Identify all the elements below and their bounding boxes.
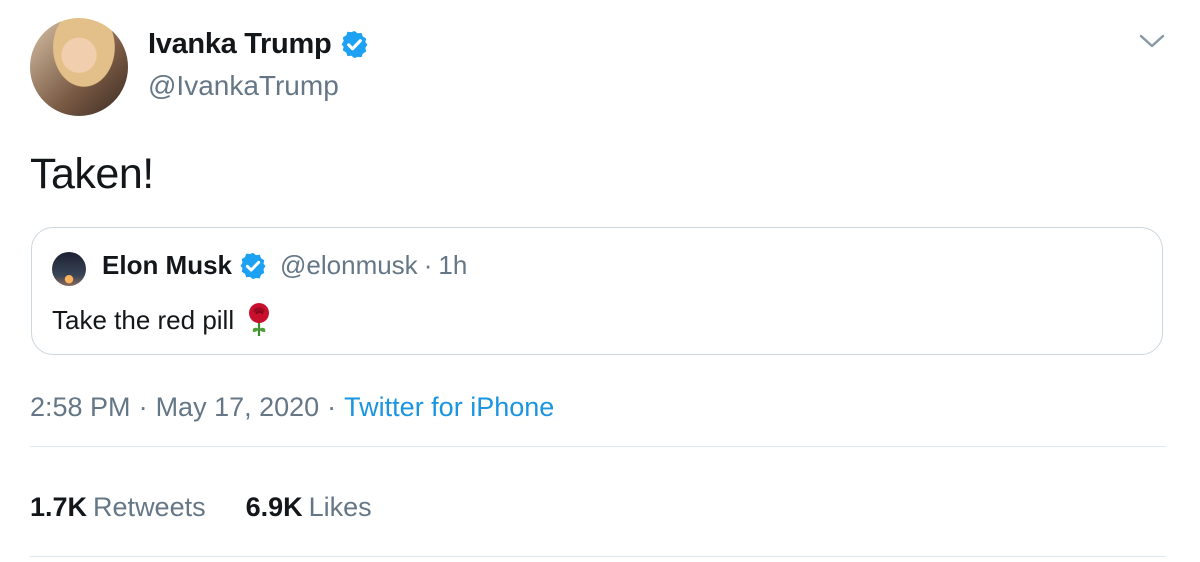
separator-dot: ·: [138, 392, 148, 422]
profile-avatar[interactable]: [30, 18, 128, 116]
tweet-time[interactable]: 2:58 PM: [30, 392, 131, 423]
quoted-header: Elon Musk @elonmusk · 1h: [102, 250, 467, 281]
quoted-text-row: Take the red pill: [52, 302, 272, 338]
verified-icon: [238, 251, 268, 281]
chevron-down-icon[interactable]: [1138, 30, 1166, 52]
tweet-meta: 2:58 PM · May 17, 2020 · Twitter for iPh…: [30, 392, 554, 423]
verified-icon: [339, 29, 370, 60]
quoted-text: Take the red pill: [52, 304, 235, 335]
quoted-author-handle[interactable]: @elonmusk: [280, 250, 418, 281]
rose-emoji-icon: [249, 303, 270, 336]
tweet-text: Taken!: [30, 150, 154, 198]
quoted-timestamp[interactable]: 1h: [438, 250, 467, 281]
quoted-author-name[interactable]: Elon Musk: [102, 250, 232, 281]
divider: [30, 446, 1166, 447]
quoted-tweet[interactable]: Elon Musk @elonmusk · 1h Take the red pi…: [31, 227, 1163, 355]
author-handle[interactable]: @IvankaTrump: [148, 70, 339, 102]
quoted-avatar[interactable]: [52, 252, 86, 286]
tweet-stats: 1.7K Retweets 6.9K Likes: [30, 492, 372, 523]
likes-count: 6.9K: [245, 492, 303, 522]
retweets-label: Retweets: [93, 492, 206, 522]
tweet-source-link[interactable]: Twitter for iPhone: [344, 392, 554, 423]
author-header: Ivanka Trump: [148, 28, 370, 61]
separator-dot: ·: [423, 250, 433, 280]
separator-dot: ·: [327, 392, 337, 422]
author-name[interactable]: Ivanka Trump: [148, 28, 332, 61]
likes-label: Likes: [308, 492, 372, 522]
likes-stat[interactable]: 6.9K Likes: [246, 492, 372, 523]
retweets-stat[interactable]: 1.7K Retweets: [30, 492, 206, 523]
divider: [30, 556, 1166, 557]
tweet-date[interactable]: May 17, 2020: [156, 392, 320, 423]
retweets-count: 1.7K: [30, 492, 88, 522]
